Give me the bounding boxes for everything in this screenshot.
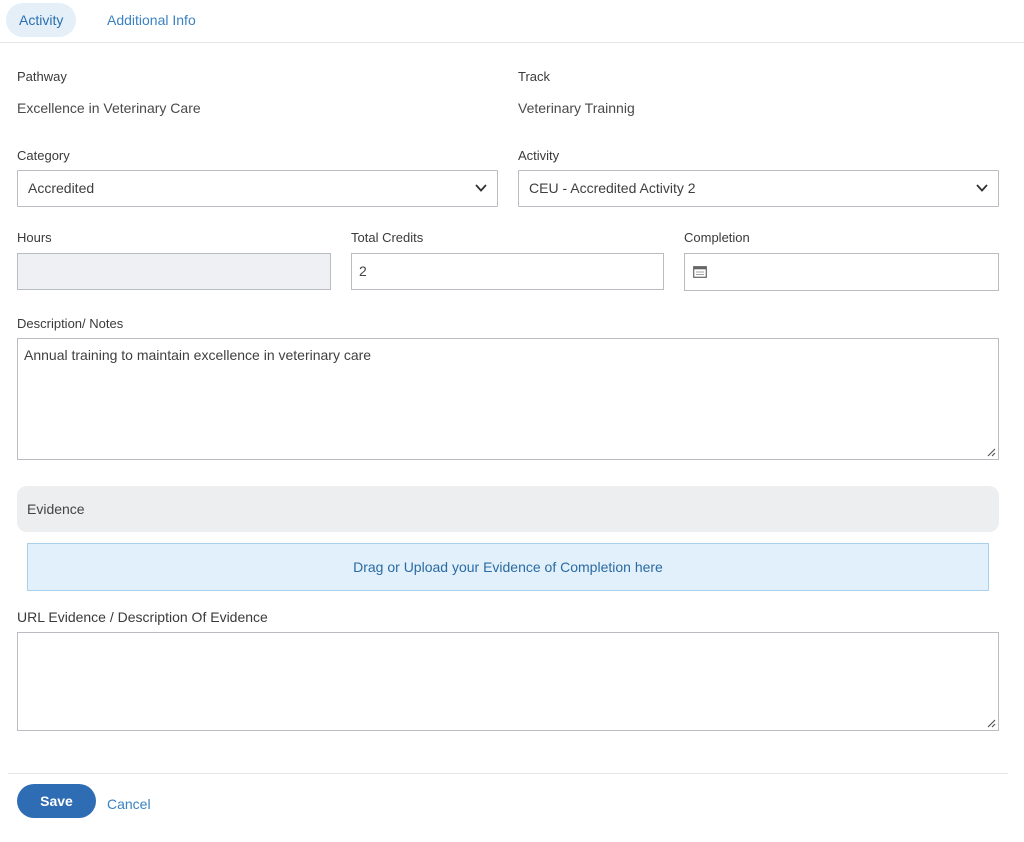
evidence-section-header: Evidence: [17, 486, 999, 532]
url-evidence-label: URL Evidence / Description Of Evidence: [17, 609, 268, 625]
url-evidence-textarea[interactable]: [17, 632, 999, 731]
resize-grip-icon[interactable]: [985, 446, 996, 457]
chevron-down-icon: [976, 184, 988, 192]
hours-input[interactable]: [17, 253, 331, 290]
pathway-value: Excellence in Veterinary Care: [17, 100, 201, 116]
calendar-icon[interactable]: [693, 265, 707, 278]
activity-select[interactable]: CEU - Accredited Activity 2: [518, 170, 999, 207]
description-value: Annual training to maintain excellence i…: [24, 347, 372, 363]
tab-bar: Activity Additional Info: [0, 0, 1024, 43]
chevron-down-icon: [475, 184, 487, 192]
activity-selected-value: CEU - Accredited Activity 2: [529, 180, 696, 196]
category-select[interactable]: Accredited: [17, 170, 498, 207]
total-credits-value: 2: [359, 263, 367, 279]
evidence-dropzone[interactable]: Drag or Upload your Evidence of Completi…: [27, 543, 989, 591]
track-label: Track: [518, 69, 551, 84]
total-credits-input[interactable]: 2: [351, 253, 664, 290]
activity-label: Activity: [518, 148, 560, 163]
category-selected-value: Accredited: [28, 180, 95, 196]
resize-grip-icon[interactable]: [985, 717, 996, 728]
evidence-heading: Evidence: [27, 501, 85, 517]
description-label: Description/ Notes: [17, 316, 124, 331]
total-credits-label: Total Credits: [351, 230, 424, 245]
completion-date-input[interactable]: [684, 253, 999, 291]
tab-activity[interactable]: Activity: [6, 3, 77, 37]
tab-additional-info[interactable]: Additional Info: [94, 3, 209, 37]
track-value: Veterinary Trainnig: [518, 100, 635, 116]
hours-label: Hours: [17, 230, 52, 245]
description-textarea[interactable]: Annual training to maintain excellence i…: [17, 338, 999, 460]
cancel-link[interactable]: Cancel: [107, 796, 151, 812]
footer-divider: [8, 773, 1008, 774]
pathway-label: Pathway: [17, 69, 67, 84]
completion-label: Completion: [684, 230, 750, 245]
save-button[interactable]: Save: [17, 784, 96, 818]
category-label: Category: [17, 148, 70, 163]
